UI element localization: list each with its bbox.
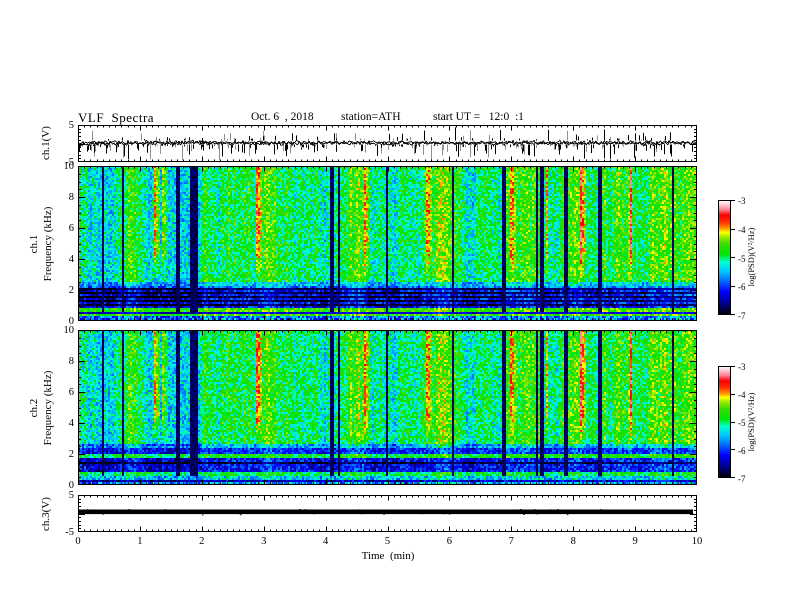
- cb1-tick-label: -4: [738, 224, 746, 235]
- x-tick-label: 9: [632, 536, 638, 547]
- colorbar1-label: log(PSD)(V²/Hz): [746, 227, 756, 287]
- colorbar1-canvas: [718, 200, 737, 315]
- spec1-y-tick-label: 6: [68, 223, 74, 234]
- cb2-tick-label: -3: [738, 362, 746, 372]
- ch3-voltage-axis-label: ch.3(V): [40, 497, 52, 531]
- cb2-tick-label: -6: [738, 446, 746, 456]
- cb1-tick-label: -3: [738, 196, 746, 206]
- spec1-channel-label: ch.1: [28, 234, 40, 254]
- wave3-y-tick-label: 5: [68, 490, 74, 501]
- spec2-y-tick-label: 4: [68, 418, 74, 429]
- x-tick-label: 7: [508, 536, 514, 547]
- page-title: VLF Spectra: [78, 110, 155, 125]
- ch3-waveform-canvas: [78, 495, 697, 532]
- x-tick-label: 4: [322, 536, 329, 547]
- cb2-tick-label: -7: [738, 474, 746, 484]
- spec2-channel-label: ch.2: [28, 398, 40, 418]
- spec1-y-tick-label: 4: [68, 254, 74, 265]
- spec1-y-tick-label: 2: [68, 285, 74, 296]
- cb2-tick-label: -5: [738, 418, 746, 428]
- x-tick-label: 2: [199, 536, 205, 547]
- x-tick-label: 5: [384, 536, 391, 547]
- wave3-y-tick-label: -5: [65, 527, 74, 538]
- spec2-frequency-axis-label: Frequency (kHz): [42, 370, 54, 446]
- spec2-y-tick-label: 8: [68, 356, 74, 367]
- figure: VLF Spectra Oct. 6 , 2018 station=ATH st…: [0, 0, 792, 612]
- spec2-y-tick-label: 10: [63, 325, 75, 336]
- title-start-ut: start UT = 12:0 :1: [433, 111, 524, 123]
- ch1-spectrogram-canvas: [78, 166, 697, 321]
- cb1-tick-label: -6: [738, 282, 746, 293]
- x-tick-label: 6: [446, 536, 453, 547]
- x-tick-label: 1: [137, 536, 143, 547]
- x-axis-title: Time (min): [361, 550, 415, 562]
- x-tick-label: 8: [570, 536, 576, 547]
- wave1-y-tick-label: -5: [65, 157, 74, 168]
- x-tick-label: 3: [261, 536, 267, 547]
- spec2-y-tick-label: 2: [68, 449, 74, 460]
- spec1-frequency-axis-label: Frequency (kHz): [42, 206, 54, 282]
- ch2-spectrogram-canvas: [78, 330, 697, 485]
- cb1-tick-label: -7: [738, 311, 746, 321]
- title-station: station=ATH: [341, 111, 401, 123]
- colorbar2-canvas: [718, 366, 737, 478]
- spec1-y-tick-label: 8: [68, 192, 74, 203]
- colorbar2-label: log(PSD)(V²/Hz): [746, 392, 756, 452]
- ch1-voltage-axis-label: ch.1(V): [40, 126, 52, 160]
- title-date: Oct. 6 , 2018: [251, 111, 314, 123]
- x-tick-label: 10: [691, 536, 703, 547]
- cb1-tick-label: -5: [738, 253, 746, 264]
- spec2-y-tick-label: 6: [68, 387, 74, 398]
- wave1-y-tick-label: 5: [68, 120, 74, 131]
- ch1-waveform-canvas: [78, 125, 697, 162]
- cb2-tick-label: -4: [738, 390, 746, 400]
